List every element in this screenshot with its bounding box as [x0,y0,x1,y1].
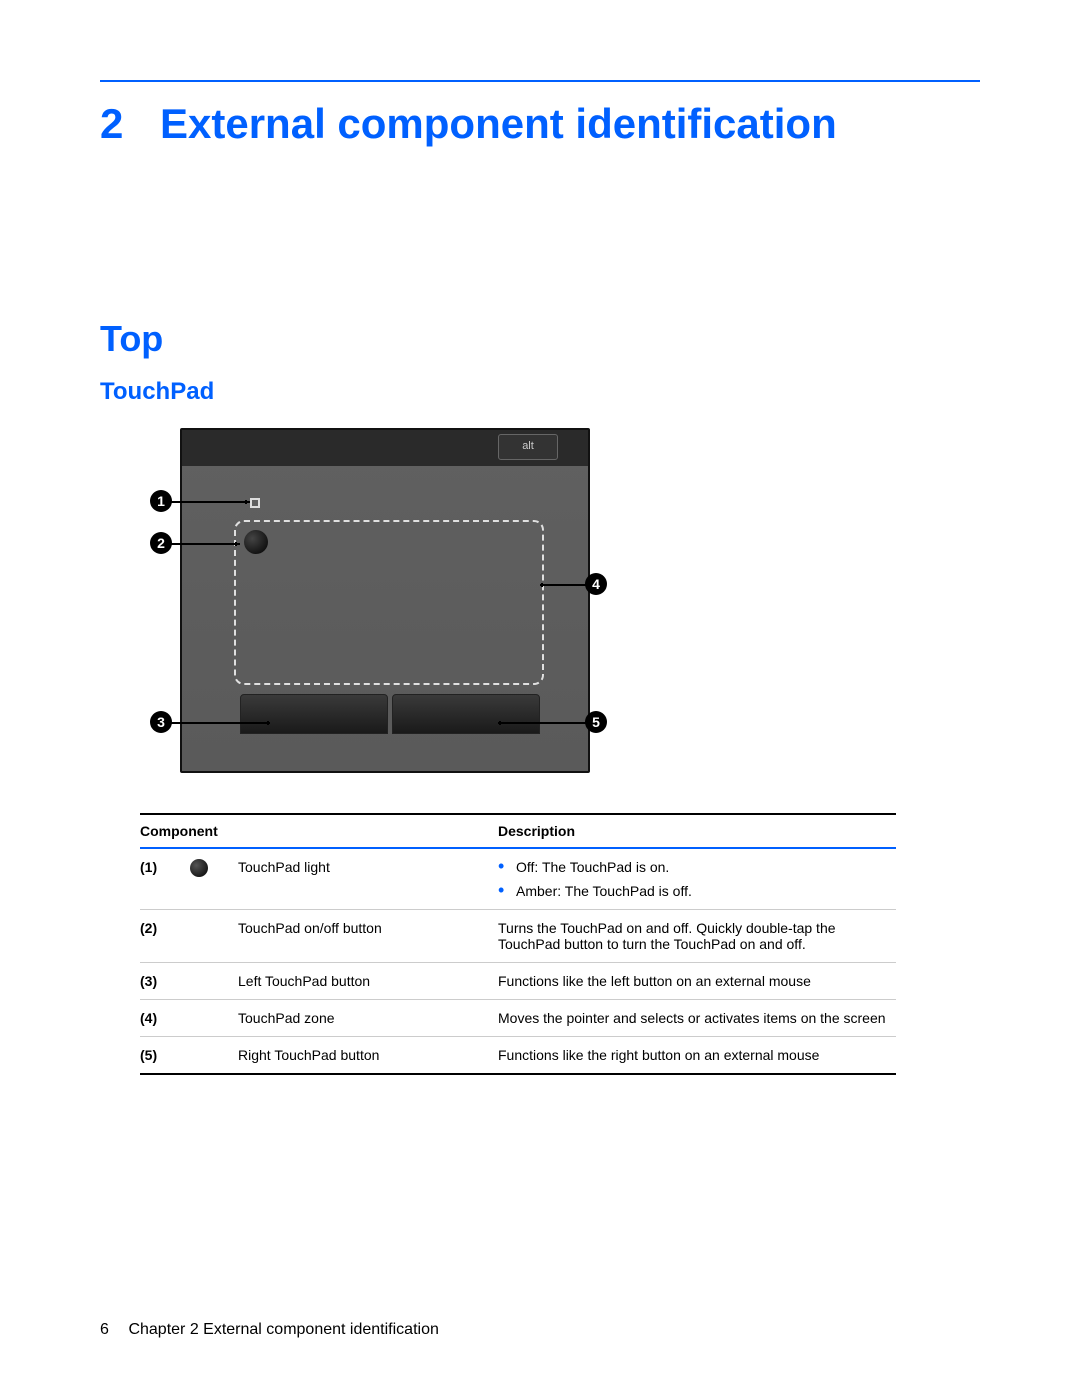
row-id: (3) [140,973,190,989]
row-description: Off: The TouchPad is on. Amber: The Touc… [498,859,896,899]
bullet-item: Amber: The TouchPad is off. [498,883,896,899]
table-row: (4) TouchPad zone Moves the pointer and … [140,1000,896,1037]
bullet-item: Off: The TouchPad is on. [498,859,896,875]
row-description: Functions like the right button on an ex… [498,1047,896,1063]
callout-3: 3 [150,711,172,733]
callout-5: 5 [585,711,607,733]
section-heading: Top [100,318,980,360]
chapter-heading: 2External component identification [100,100,980,148]
table-row: (5) Right TouchPad button Functions like… [140,1037,896,1075]
row-description: Turns the TouchPad on and off. Quickly d… [498,920,896,952]
row-component: Left TouchPad button [238,973,498,989]
row-id: (4) [140,1010,190,1026]
row-component: Right TouchPad button [238,1047,498,1063]
row-component: TouchPad on/off button [238,920,498,936]
footer-text: Chapter 2 External component identificat… [128,1321,438,1338]
keyboard-strip: alt [182,430,588,466]
subsection-heading: TouchPad [100,378,980,406]
row-id: (2) [140,920,190,936]
right-touchpad-button-icon [392,694,540,734]
row-component: TouchPad light [238,859,498,875]
header-description: Description [498,823,896,839]
touchpad-zone-outline [234,520,544,685]
top-rule [100,80,980,82]
row-id: (1) [140,859,190,875]
table-row: (2) TouchPad on/off button Turns the Tou… [140,910,896,963]
callout-2: 2 [150,532,172,554]
page-number: 6 [100,1321,124,1339]
component-table: Component Description (1) TouchPad light… [140,813,896,1075]
touchpad-light-icon [250,498,260,508]
table-row: (3) Left TouchPad button Functions like … [140,963,896,1000]
touchpad-light-dot-icon [190,859,208,877]
touchpad-buttons [240,694,540,734]
table-row: (1) TouchPad light Off: The TouchPad is … [140,849,896,910]
chapter-number: 2 [100,100,160,148]
chapter-title: External component identification [160,100,837,147]
touchpad-diagram: alt 1 2 3 4 5 [140,428,600,773]
row-component: TouchPad zone [238,1010,498,1026]
row-description: Functions like the left button on an ext… [498,973,896,989]
table-header: Component Description [140,815,896,849]
callout-4: 4 [585,573,607,595]
alt-key: alt [498,434,558,460]
page-footer: 6 Chapter 2 External component identific… [100,1321,439,1339]
touchpad-diagram-container: alt 1 2 3 4 5 [140,428,980,773]
left-touchpad-button-icon [240,694,388,734]
callout-1: 1 [150,490,172,512]
row-description: Moves the pointer and selects or activat… [498,1010,896,1026]
header-component: Component [238,823,498,839]
row-icon-cell [190,859,238,877]
row-id: (5) [140,1047,190,1063]
